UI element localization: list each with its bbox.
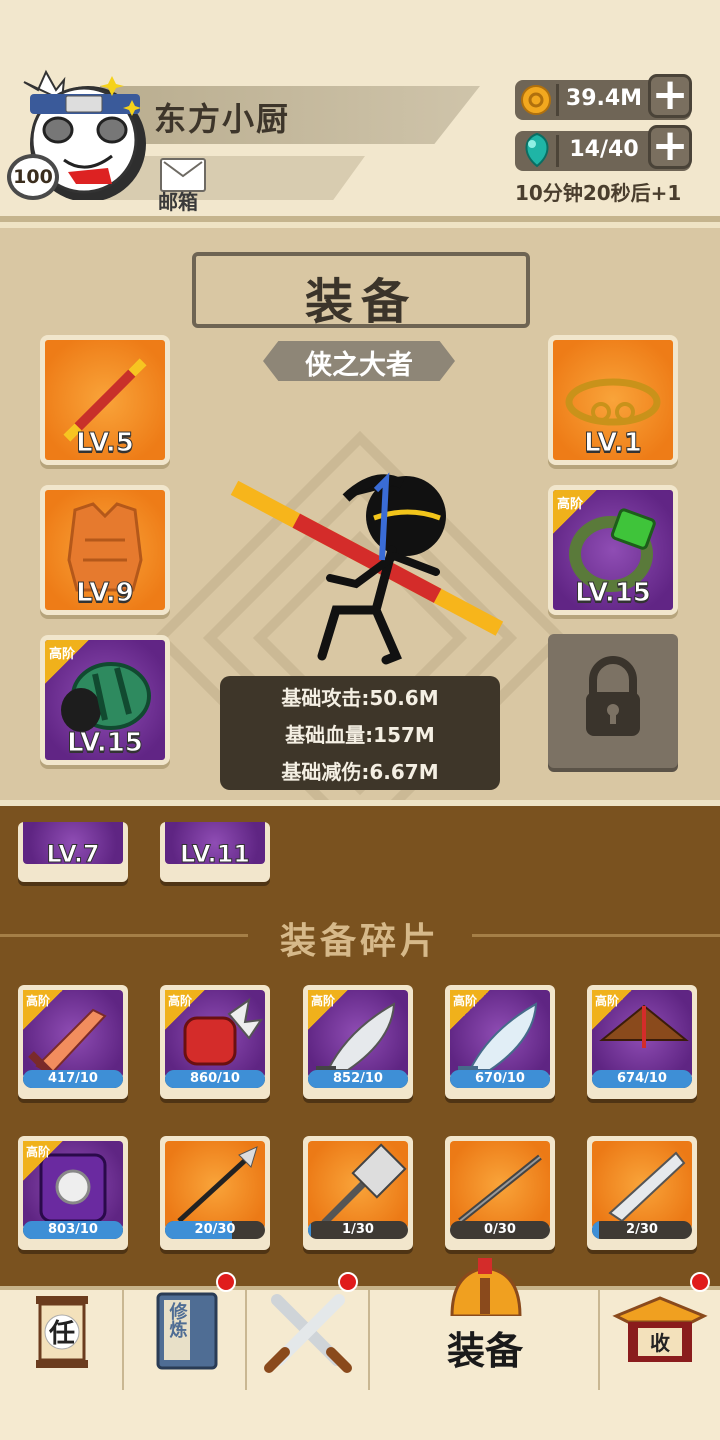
slot-level: LV.15 [67,728,144,759]
locked-slot[interactable] [548,634,678,768]
nav-tasks[interactable]: 任 [0,1290,124,1390]
shard-background [592,1141,692,1229]
shard-progress-text: 803/10 [48,1222,98,1237]
shard-item-icon [458,1154,542,1224]
player-name: 东方小厨 [154,100,291,138]
shard-progress-bar: 417/10 [23,1070,123,1088]
shard-progress-bar: 674/10 [592,1070,692,1088]
slot-level: LV.9 [76,578,135,609]
base-health-stat: 基础血量:157M [285,723,435,747]
slot-level: LV.5 [76,428,135,459]
energy-value: 14/40 [569,137,639,162]
nav-training-glyph: 修炼 [167,1301,189,1339]
shard-progress-text: 2/30 [626,1222,658,1237]
rarity-tag-label: 高阶 [311,994,336,1008]
divider [556,84,559,116]
shard-card[interactable]: 2/30 [587,1136,697,1250]
base-attack-stat: 基础攻击:50.6M [281,686,439,710]
shard-card[interactable]: 高阶 852/10 [303,985,413,1099]
nav-task-glyph: 任 [48,1319,75,1349]
inventory-item[interactable]: LV.7 [18,822,128,882]
shard-progress-text: 670/10 [475,1071,525,1086]
slot-level: LV.1 [584,428,643,459]
shard-background [308,1141,408,1229]
shard-progress-bar: 803/10 [23,1221,123,1239]
nav-equipment-label: 装备 [446,1329,523,1373]
rarity-tag-label: 高阶 [168,994,193,1008]
lock-icon [586,656,640,736]
shard-card[interactable]: 20/30 [160,1136,270,1250]
collect-notification-dot [690,1272,710,1292]
shard-progress-text: 0/30 [484,1222,516,1237]
footer-bar [0,1390,720,1440]
shards-section-title: 装备碎片 [279,921,440,962]
divider [556,135,559,167]
shard-progress-bar: 852/10 [308,1070,408,1088]
hero-character [226,460,506,674]
helmet-icon [450,1258,522,1316]
shard-progress-bar: 20/30 [165,1221,265,1239]
headband-slot[interactable]: LV.1 [548,335,678,465]
shard-item-icon [608,1151,686,1223]
weapon-slot[interactable]: LV.5 [40,335,170,465]
shard-progress-text: 860/10 [190,1071,240,1086]
shard-progress-bar: 860/10 [165,1070,265,1088]
rarity-tag-label: 高阶 [595,994,620,1008]
shard-card[interactable]: 高阶 417/10 [18,985,128,1099]
base-damage-reduction-stat: 基础减伤:6.67M [281,760,439,784]
nav-training[interactable]: 修炼 [124,1290,247,1390]
inventory-item[interactable]: LV.11 [160,822,270,882]
ring-slot[interactable]: 高阶 LV.15 [548,485,678,615]
rarity-tag-label: 高阶 [26,994,51,1008]
page-title: 装备 [304,274,417,330]
slot-level: LV.15 [575,578,652,609]
shard-item-icon [177,1146,258,1223]
add-energy-button[interactable]: + [648,124,692,169]
rarity-tag-label: 高阶 [26,1145,51,1159]
nav-battle[interactable] [247,1290,370,1390]
shard-background [165,1141,265,1229]
nav-collect[interactable]: 收 [600,1290,720,1390]
scroll-task-icon: 任 [36,1296,88,1368]
pagoda-icon: 收 [612,1296,708,1362]
shard-progress-bar: 1/30 [308,1221,408,1239]
add-coins-button[interactable]: + [648,73,692,118]
energy-refill-timer: 10分钟20秒后+1 [515,181,682,205]
shard-progress-text: 417/10 [48,1071,98,1086]
player-level-badge: 100 [7,154,59,200]
item-level: LV.7 [46,840,100,869]
shard-background [450,1141,550,1229]
nav-collect-glyph: 收 [650,1331,670,1355]
shard-item-icon [321,1143,407,1226]
shard-progress-bar: 2/30 [592,1221,692,1239]
shard-card[interactable]: 高阶 860/10 [160,985,270,1099]
shard-card[interactable]: 1/30 [303,1136,413,1250]
mail-label[interactable]: 邮箱 [158,186,198,215]
shard-progress-bar: 670/10 [450,1070,550,1088]
shard-progress-bar: 0/30 [450,1221,550,1239]
battle-notification-dot [338,1272,358,1292]
shard-card[interactable]: 0/30 [445,1136,555,1250]
shard-card[interactable]: 高阶 674/10 [587,985,697,1099]
crossed-swords-icon [264,1294,352,1373]
armor-slot[interactable]: LV.9 [40,485,170,615]
coin-icon [518,82,554,122]
rarity-tag-label: 高阶 [453,994,478,1008]
shard-progress-text: 1/30 [342,1222,374,1237]
coin-value: 39.4M [565,86,643,111]
training-notification-dot [216,1272,236,1292]
character-title: 侠之大者 [305,350,413,381]
shard-progress-text: 20/30 [194,1222,236,1237]
item-level: LV.11 [180,840,251,869]
training-book-icon: 修炼 [156,1292,218,1370]
bracer-slot[interactable]: 高阶 LV.15 [40,635,170,765]
shard-card[interactable]: 高阶 670/10 [445,985,555,1099]
energy-gem-icon [520,132,554,174]
shard-progress-text: 674/10 [617,1071,667,1086]
shard-progress-text: 852/10 [333,1071,383,1086]
shard-card[interactable]: 高阶 803/10 [18,1136,128,1250]
